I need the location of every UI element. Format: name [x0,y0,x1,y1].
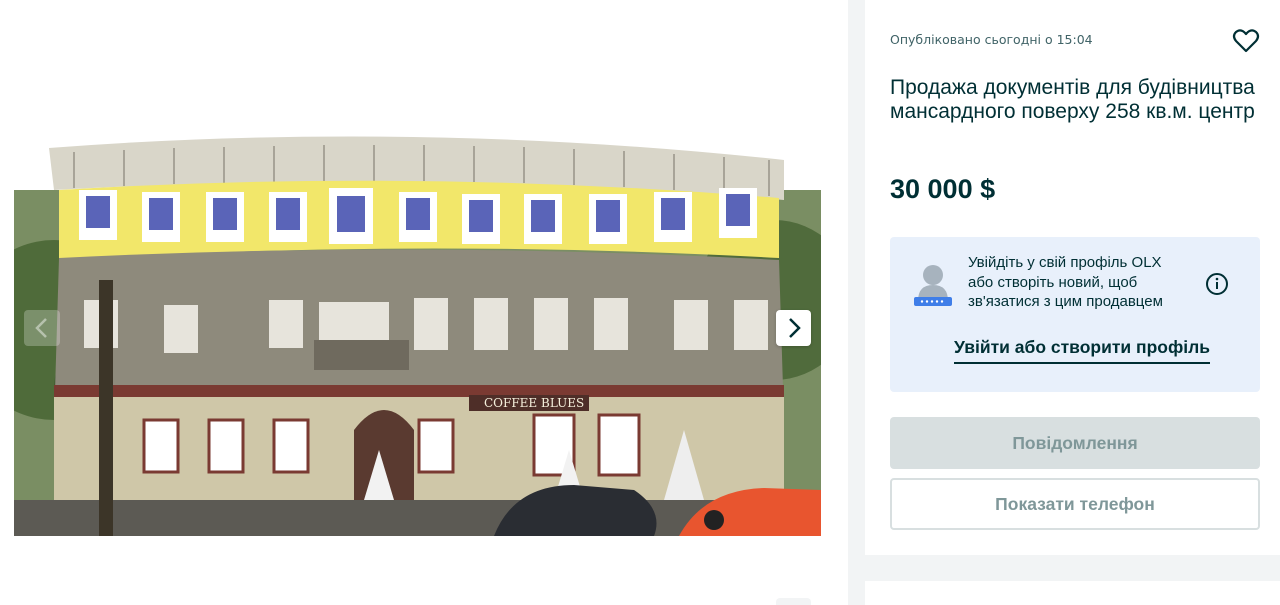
favorite-button[interactable] [1232,27,1260,55]
heart-icon [1232,29,1260,53]
building-illustration: COFFEE BLUES [14,130,821,536]
login-or-register-link[interactable]: Увійти або створити профіль [954,337,1211,364]
listing-photo[interactable]: COFFEE BLUES [14,130,821,536]
previous-photo-button[interactable] [24,310,60,346]
photo-gallery: COFFEE BLUES [0,0,848,605]
coffee-sign: COFFEE BLUES [484,396,584,410]
login-prompt-text: Увійдіть у свій профіль OLX або створіть… [968,254,1163,310]
listing-title: Продажа документів для будівництва манса… [890,76,1255,123]
show-phone-button[interactable]: Показати телефон [890,478,1260,530]
message-button[interactable]: Повідомлення [890,417,1260,469]
next-photo-button[interactable] [776,310,811,346]
chevron-left-icon [35,318,47,338]
locked-profile-icon [912,261,954,309]
listing-price: 30 000 $ [890,174,996,204]
chevron-right-icon [788,318,801,338]
thumbnail-strip-edge[interactable] [776,598,811,605]
published-date: Опубліковано сьогодні о 15:04 [890,32,1093,47]
next-panel [865,581,1280,605]
info-icon[interactable] [1205,272,1229,296]
login-prompt: Увійдіть у свій профіль OLX або створіть… [890,237,1260,392]
